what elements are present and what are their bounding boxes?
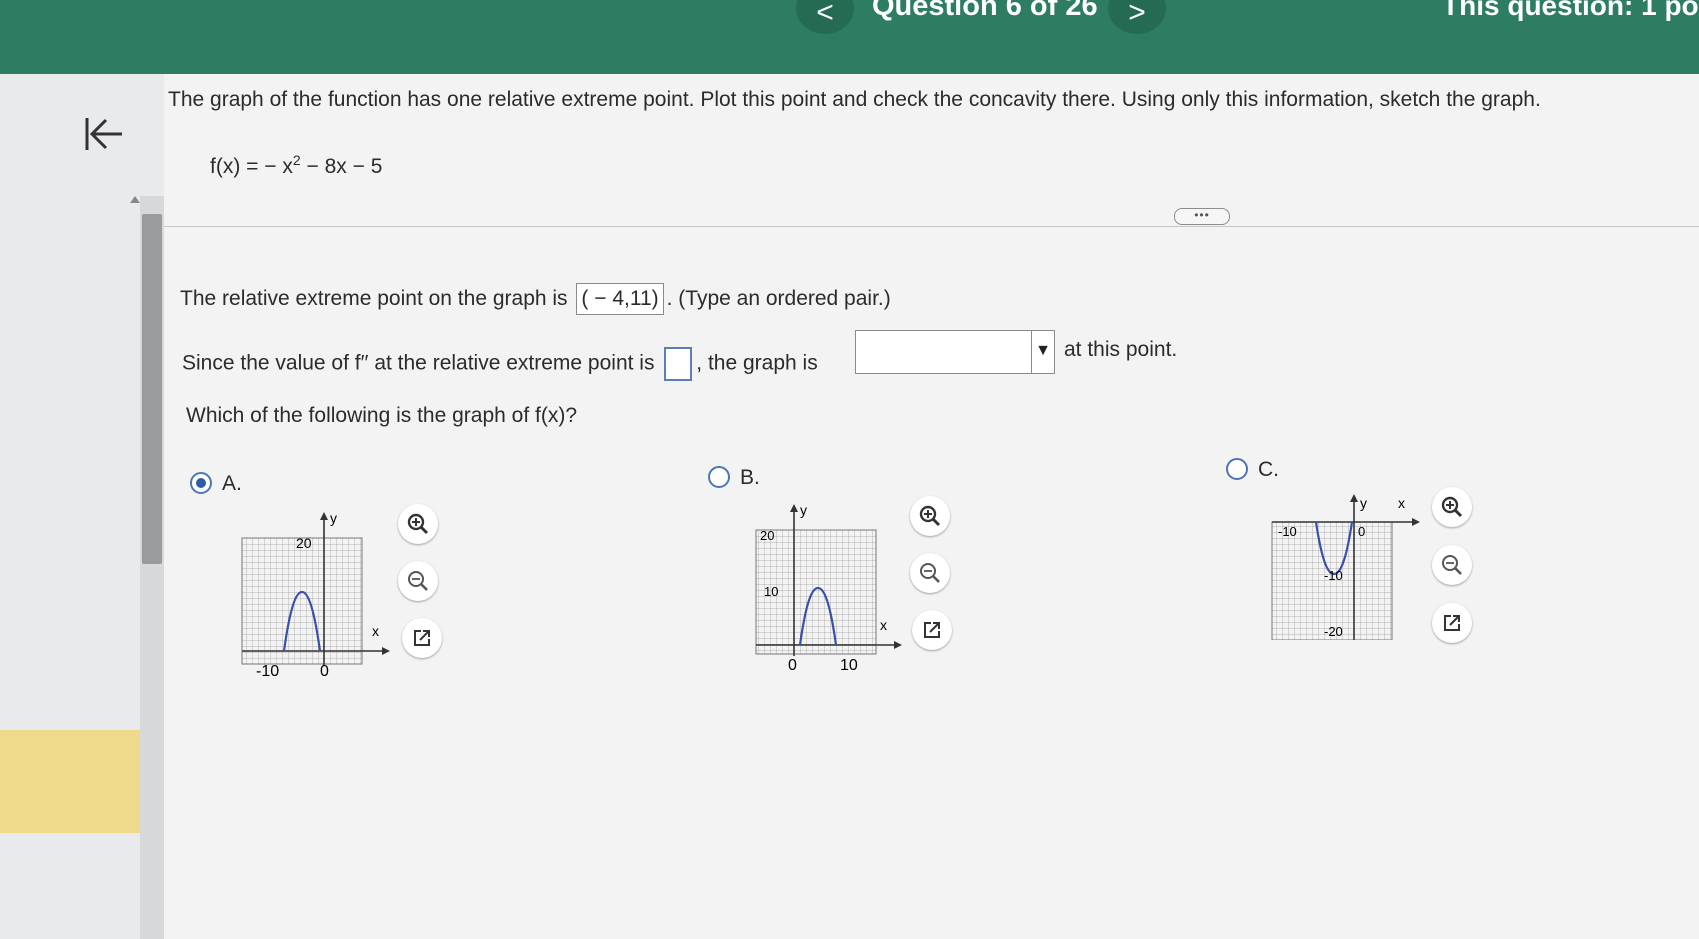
extreme-point-answer[interactable]: ( − 4,11) bbox=[576, 283, 664, 315]
x-axis-label: x bbox=[372, 623, 379, 639]
question-counter: Question 6 of 26 bbox=[872, 0, 1098, 22]
part3-question: Which of the following is the graph of f… bbox=[186, 404, 578, 427]
second-derivative-input[interactable] bbox=[664, 347, 693, 381]
y-axis-arrow bbox=[1350, 494, 1358, 502]
x-axis-label: x bbox=[880, 617, 887, 633]
x-axis-arrow bbox=[1412, 518, 1420, 526]
dropdown-arrow-icon[interactable]: ▼ bbox=[1031, 331, 1054, 373]
option-b-zoom-in[interactable] bbox=[910, 496, 950, 536]
zoom-out-icon bbox=[1442, 555, 1462, 575]
zoom-in-icon bbox=[1441, 496, 1463, 518]
y-axis-arrow bbox=[790, 504, 798, 512]
y-axis-label: y bbox=[1360, 495, 1367, 511]
zoom-out-icon bbox=[408, 571, 428, 591]
scroll-up-arrow[interactable] bbox=[130, 196, 140, 203]
question-points: This question: 1 point bbox=[1442, 0, 1699, 21]
option-a-label[interactable]: A. bbox=[222, 472, 242, 496]
option-b-label[interactable]: B. bbox=[740, 466, 760, 490]
x-tick-left: -10 bbox=[1278, 524, 1297, 539]
y-axis-arrow bbox=[320, 512, 328, 520]
y-tick-label: 20 bbox=[296, 535, 312, 551]
part2-text: Since the value of f′′ at the relative e… bbox=[182, 347, 818, 381]
problem-prompt: The graph of the function has one relati… bbox=[168, 88, 1541, 111]
option-a-zoom-out[interactable] bbox=[398, 561, 438, 601]
x-axis-arrow bbox=[382, 647, 390, 655]
option-b-zoom-out[interactable] bbox=[910, 553, 950, 593]
next-question-button[interactable]: > bbox=[1108, 0, 1166, 34]
option-b-graph: y x 20 10 0 10 bbox=[755, 502, 902, 674]
option-c-label[interactable]: C. bbox=[1258, 458, 1279, 482]
option-b-open-external[interactable] bbox=[912, 610, 952, 650]
concavity-select[interactable]: ▼ bbox=[855, 330, 1055, 374]
option-c-zoom-in[interactable] bbox=[1432, 487, 1472, 527]
part2-suffix: at this point. bbox=[1064, 338, 1178, 361]
previous-question-button[interactable]: < bbox=[796, 0, 854, 34]
part1-text: The relative extreme point on the graph … bbox=[180, 283, 891, 315]
option-a-graph: y x 20 -10 0 bbox=[241, 510, 390, 678]
more-button[interactable]: ••• bbox=[1174, 208, 1230, 225]
header-bar: < Question 6 of 26 > This question: 1 po… bbox=[0, 0, 1699, 74]
section-divider bbox=[164, 226, 1699, 227]
open-external-icon bbox=[414, 630, 430, 646]
zoom-in-icon bbox=[407, 513, 429, 535]
highlight-panel bbox=[0, 730, 152, 833]
back-to-start-icon[interactable] bbox=[82, 112, 126, 156]
y-axis-label: y bbox=[330, 510, 337, 526]
option-c-open-external[interactable] bbox=[1432, 603, 1472, 643]
option-a-open-external[interactable] bbox=[402, 618, 442, 658]
option-c-graph: y x -10 0 -10 -20 bbox=[1271, 494, 1420, 640]
option-b-radio[interactable] bbox=[708, 466, 730, 488]
x-tick-left: 0 bbox=[788, 657, 797, 674]
option-c-zoom-out[interactable] bbox=[1432, 545, 1472, 585]
function-formula: f(x) = − x2 − 8x − 5 bbox=[210, 152, 383, 178]
open-external-icon bbox=[1444, 615, 1460, 631]
x-axis-arrow bbox=[894, 641, 902, 649]
x-tick-right: 0 bbox=[1358, 524, 1365, 539]
x-tick-right: 0 bbox=[320, 663, 329, 678]
y-tick-top: 20 bbox=[760, 528, 774, 543]
x-tick-right: 10 bbox=[840, 657, 858, 674]
zoom-in-icon bbox=[919, 505, 941, 527]
y-tick-mid: -10 bbox=[1324, 568, 1343, 583]
y-axis-label: y bbox=[800, 502, 807, 518]
option-a-radio[interactable] bbox=[190, 472, 212, 494]
zoom-out-icon bbox=[920, 563, 940, 583]
option-c-radio[interactable] bbox=[1226, 458, 1248, 480]
x-tick-left: -10 bbox=[256, 663, 279, 678]
y-tick-low: -20 bbox=[1324, 624, 1343, 639]
scrollbar-thumb[interactable] bbox=[142, 214, 162, 564]
option-a-zoom-in[interactable] bbox=[398, 504, 438, 544]
x-axis-label: x bbox=[1398, 495, 1405, 511]
y-tick-mid: 10 bbox=[764, 584, 778, 599]
graph-grid bbox=[241, 537, 363, 665]
open-external-icon bbox=[924, 622, 940, 638]
